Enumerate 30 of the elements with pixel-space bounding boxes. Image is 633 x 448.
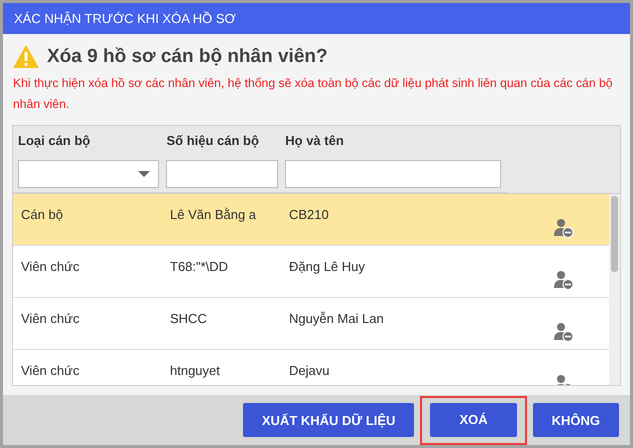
table-cell-text: Nguyễn Mai Lan bbox=[289, 311, 385, 326]
remove-user-icon[interactable] bbox=[554, 218, 574, 238]
table-cell-text: T68:"*\DD bbox=[170, 259, 230, 274]
column-header: Loại cán bộ bbox=[18, 133, 92, 150]
scrollbar[interactable] bbox=[609, 194, 620, 385]
table-cell-text: Viên chức bbox=[21, 311, 80, 326]
dialog-title: XÁC NHẬN TRƯỚC KHI XÓA HỒ SƠ bbox=[14, 11, 236, 26]
table-cell-text: htnguyet bbox=[170, 363, 221, 378]
table-cell-text: Đặng Lê Huy bbox=[289, 259, 366, 274]
table-cell-text: Dejavu bbox=[289, 363, 330, 378]
column-header: Họ và tên bbox=[285, 133, 345, 150]
warning-text: Khi thực hiện xóa hồ sơ các nhân viên, hệ thống sẽ xóa toàn bộ các dữ liệu phát sinh liên quan của các cán bộ nhân viên. bbox=[12, 75, 614, 113]
column-header: Số hiệu cán bộ bbox=[166, 133, 260, 150]
table-row[interactable]: Cán bộ Lê Văn Bằng a CB210 bbox=[13, 194, 609, 246]
table-cell-text: CB210 bbox=[289, 207, 330, 222]
dialog-button[interactable]: XUẤT KHẨU DỮ LIỆU bbox=[242, 403, 414, 437]
caret-icon bbox=[138, 171, 150, 177]
filter-field[interactable] bbox=[285, 160, 501, 188]
filter-field[interactable] bbox=[166, 160, 278, 188]
dialog-button[interactable]: XOÁ bbox=[430, 402, 517, 436]
table-cell-text: Lê Văn Bằng a bbox=[170, 207, 258, 222]
dialog-heading: Xóa 9 hồ sơ cán bộ nhân viên? bbox=[47, 46, 328, 68]
table-cell-text: Viên chức bbox=[21, 363, 80, 378]
table-cell-text: SHCC bbox=[170, 311, 208, 326]
remove-user-icon[interactable] bbox=[554, 270, 574, 290]
remove-user-icon[interactable] bbox=[554, 322, 574, 342]
warning-icon bbox=[13, 45, 39, 68]
table-cell-text: Cán bộ bbox=[21, 207, 64, 222]
table-cell-text: Viên chức bbox=[21, 259, 80, 274]
dialog-button[interactable]: KHÔNG bbox=[532, 403, 619, 437]
